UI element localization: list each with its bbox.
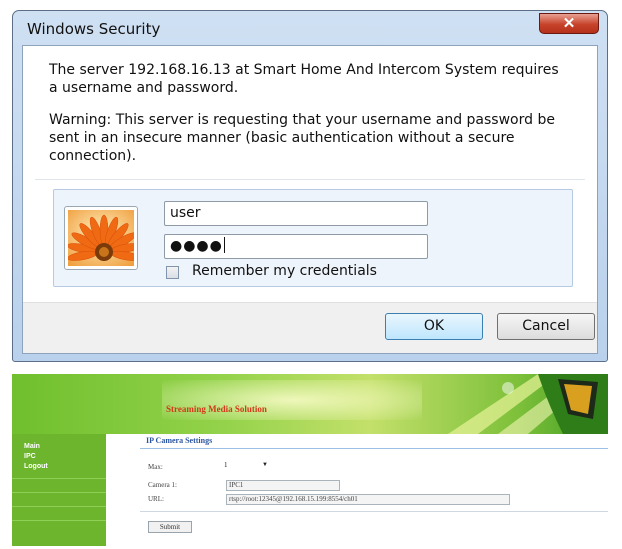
banner: Streaming Media Solution [12, 374, 608, 434]
sidebar-item-main[interactable]: Main [24, 443, 40, 450]
flower-icon [68, 210, 134, 266]
user-tile [64, 206, 138, 270]
sidebar-item-logout[interactable]: Logout [24, 463, 48, 470]
banner-title: Streaming Media Solution [166, 404, 267, 414]
divider [35, 179, 585, 180]
username-field[interactable]: user [164, 201, 428, 226]
ip-camera-web-page: Streaming Media Solution Main IPC Logout… [12, 374, 608, 546]
banner-art [448, 374, 608, 434]
sidebar-item-ipc[interactable]: IPC [24, 453, 36, 460]
camera1-label: Camera 1: [148, 481, 177, 489]
dropdown-arrow-icon: ▼ [262, 462, 268, 468]
password-field[interactable]: ●●●● [164, 234, 428, 259]
button-bar: OK Cancel [23, 302, 597, 353]
sidebar-divider [12, 492, 106, 493]
content-divider [140, 448, 608, 449]
max-label: Max: [148, 463, 163, 471]
ok-button[interactable]: OK [385, 313, 483, 340]
banner-glow [162, 380, 422, 420]
warning-message: Warning: This server is requesting that … [49, 112, 555, 164]
max-select-value: 1 [224, 461, 228, 469]
title-bar[interactable]: Windows Security ✕ [13, 11, 607, 45]
sidebar-divider [12, 478, 106, 479]
dialog-title: Windows Security [27, 20, 161, 38]
url-input[interactable]: rtsp://root:12345@192.168.15.199:8554/ch… [226, 494, 510, 505]
remember-credentials-checkbox[interactable] [166, 266, 179, 279]
server-message: The server 192.168.16.13 at Smart Home A… [49, 62, 559, 96]
sidebar-divider [12, 506, 106, 507]
content-title: IP Camera Settings [146, 436, 213, 445]
dialog-body: The server 192.168.16.13 at Smart Home A… [22, 45, 598, 354]
password-mask: ●●●● [170, 238, 223, 254]
cancel-button[interactable]: Cancel [497, 313, 595, 340]
sidebar-divider [12, 520, 106, 521]
sidebar: Main IPC Logout [12, 434, 106, 546]
max-select[interactable]: 1 ▼ [224, 461, 270, 472]
form-divider [140, 511, 608, 512]
url-label: URL: [148, 495, 164, 503]
text-caret [223, 237, 225, 253]
close-button[interactable]: ✕ [539, 13, 599, 34]
windows-security-dialog: Windows Security ✕ The server 192.168.16… [12, 10, 608, 362]
submit-button[interactable]: Submit [148, 521, 192, 533]
remember-credentials-label[interactable]: Remember my credentials [192, 263, 377, 279]
credential-panel: user ●●●● Remember my credentials [53, 189, 573, 287]
username-value: user [170, 205, 201, 221]
close-icon: ✕ [562, 15, 576, 32]
camera1-input[interactable]: IPC1 [226, 480, 340, 491]
